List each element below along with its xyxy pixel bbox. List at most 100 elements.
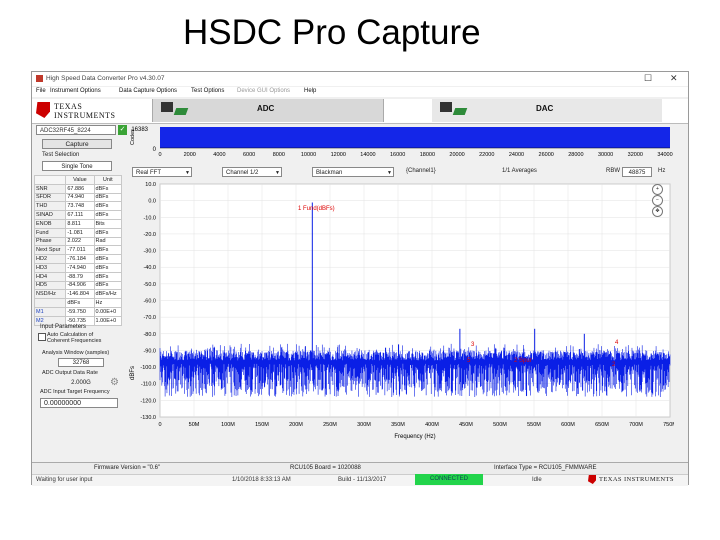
metric-unit: dBFs <box>93 192 123 203</box>
fft-ytick: -120.0 <box>140 398 156 404</box>
fft-ytick: -130.0 <box>140 415 156 421</box>
close-button[interactable]: ✕ <box>670 73 678 84</box>
maximize-button[interactable]: ☐ <box>644 73 652 84</box>
metric-value: -76.184 <box>65 254 95 264</box>
connection-status-badge: CONNECTED <box>415 474 483 485</box>
time-xtick: 16000 <box>390 152 405 158</box>
ti-logo-mark <box>36 102 50 118</box>
metrics-row: HD2 -76.184 dBFs <box>33 254 123 264</box>
fft-xtick: 550M <box>527 422 541 428</box>
fft-mode-dropdown[interactable]: Real FFT ▼ <box>132 167 192 177</box>
metric-unit: dBFs <box>93 201 123 212</box>
time-yzero: 0 <box>153 147 157 153</box>
metric-value: -88.79 <box>65 271 95 282</box>
analysis-window-dropdown[interactable]: 32768 <box>58 358 104 367</box>
metrics-row: THD 73.748 dBFs <box>33 201 123 212</box>
gear-icon[interactable]: ⚙ <box>110 377 119 388</box>
menu-bar: File Instrument Options Data Capture Opt… <box>32 87 688 97</box>
fft-ytick: 10.0 <box>145 182 156 188</box>
capture-button[interactable]: Capture <box>42 139 112 149</box>
metric-value: 74.940 <box>65 192 95 203</box>
metric-unit: dBFs <box>93 227 123 238</box>
menu-instrument-options[interactable]: Instrument Options <box>50 88 101 94</box>
adc-dac-tabs: TEXAS INSTRUMENTS ADC DAC <box>32 99 688 124</box>
zoom-out-icon[interactable]: − <box>652 195 663 206</box>
metrics-row: M1 -59.750 0.00E+0 <box>33 306 123 317</box>
fft-ytick: -50.0 <box>143 282 156 288</box>
menu-test-options[interactable]: Test Options <box>191 88 224 94</box>
tab-dac[interactable]: DAC <box>432 99 662 122</box>
fund-marker-label: 1 Fund(dBFs) <box>298 206 335 212</box>
time-domain-plot[interactable]: 16383 0 Codes 0 2000 4000 6000 8000 10000 1200… <box>128 125 674 167</box>
metric-value: 2.022 <box>65 236 95 247</box>
board-id: RCU105 Board = 1020088 <box>290 465 361 471</box>
footer-logo-text: TEXAS INSTRUMENTS <box>599 476 674 483</box>
metrics-row: NSD/Hz -146.804 dBFs/Hz <box>33 289 123 300</box>
time-xtick: 14000 <box>360 152 375 158</box>
time-xtick: 26000 <box>539 152 554 158</box>
fft-xlabel: Frequency (Hz) <box>394 434 435 440</box>
metrics-row: SNR 67.886 dBFs <box>33 183 123 194</box>
fft-ytick: -60.0 <box>143 299 156 305</box>
menu-help[interactable]: Help <box>304 88 316 94</box>
metrics-row: Fund -1.081 dBFs <box>33 227 123 238</box>
metrics-header-cell <box>33 175 67 185</box>
channel-dropdown[interactable]: Channel 1/2 ▼ <box>222 167 282 177</box>
averages-label: 1/1 Averages <box>502 168 537 174</box>
firmware-version: Firmware Version = "0.6" <box>94 465 161 471</box>
metrics-table: Value Unit SNR 67.886 dBFs SFDR 74.940 dBFs TH… <box>33 175 123 326</box>
time-xtick: 2000 <box>184 152 196 158</box>
fft-xtick: 600M <box>561 422 575 428</box>
fft-ytick: -90.0 <box>143 348 156 354</box>
metric-name: HD5 <box>33 280 67 291</box>
fft-xtick: 100M <box>221 422 235 428</box>
metric-name: Fund <box>33 227 67 238</box>
time-xtick: 28000 <box>568 152 583 158</box>
dac-device-icon <box>440 102 452 112</box>
metric-name: HD2 <box>33 254 67 264</box>
metric-unit: dBFs <box>93 183 123 194</box>
metric-name: M1 <box>33 306 67 317</box>
device-check-icon[interactable]: ✓ <box>118 125 127 135</box>
fft-xtick: 400M <box>425 422 439 428</box>
fft-xtick: 750M <box>663 422 674 428</box>
time-xtick: 10000 <box>301 152 316 158</box>
metric-unit: dBFs <box>93 210 123 220</box>
auto-calc-checkbox[interactable] <box>38 333 46 341</box>
metric-name: THD <box>33 201 67 212</box>
fft-xtick: 300M <box>357 422 371 428</box>
fft-xtick: 500M <box>493 422 507 428</box>
fft-ytick: -100.0 <box>140 365 156 371</box>
device-select[interactable]: ADC32RF45_8224 <box>36 125 116 135</box>
adc-output-rate-value[interactable]: 2.000G <box>56 379 106 388</box>
metric-name: Phase <box>33 236 67 247</box>
metric-value: -1.081 <box>65 227 95 238</box>
time-xtick: 18000 <box>420 152 435 158</box>
metric-value: 67.111 <box>65 210 95 220</box>
target-frequency-input[interactable]: 0.00000000 <box>40 398 118 408</box>
window-dropdown[interactable]: Blackman ▼ <box>312 167 394 177</box>
adc-device-icon <box>161 102 173 112</box>
metric-value: -77.011 <box>65 245 95 256</box>
app-icon <box>36 75 43 82</box>
tab-adc[interactable]: ADC <box>152 99 384 122</box>
time-xtick: 8000 <box>273 152 285 158</box>
zoom-in-icon[interactable]: + <box>652 184 663 195</box>
interface-type: Interface Type = RCU105_FMMWARE <box>494 465 597 471</box>
fft-ytick: -10.0 <box>143 215 156 221</box>
fft-ylabel: dBFs <box>130 366 136 380</box>
menu-device-gui-options[interactable]: Device GUI Options <box>237 88 290 94</box>
pan-icon[interactable]: ✥ <box>652 206 663 217</box>
metrics-row: HD5 -84.906 dBFs <box>33 280 123 291</box>
metrics-row: ENOB 8.811 Bits <box>33 218 123 229</box>
metrics-header-row: Value Unit <box>33 175 123 185</box>
time-xtick: 34000 <box>657 152 672 158</box>
time-xtick: 22000 <box>479 152 494 158</box>
fft-ytick: -40.0 <box>143 265 156 271</box>
test-selection-dropdown[interactable]: Single Tone <box>42 161 112 171</box>
metric-unit: 0.00E+0 <box>93 306 123 317</box>
menu-data-capture-options[interactable]: Data Capture Options <box>119 88 177 94</box>
fft-plot[interactable]: 10.0 0.0 -10.0 -20.0 -30.0 -40.0 -50.0 -60.0 -70… <box>128 180 674 450</box>
menu-file[interactable]: File <box>36 88 46 94</box>
ti-logo-mark <box>588 475 596 484</box>
